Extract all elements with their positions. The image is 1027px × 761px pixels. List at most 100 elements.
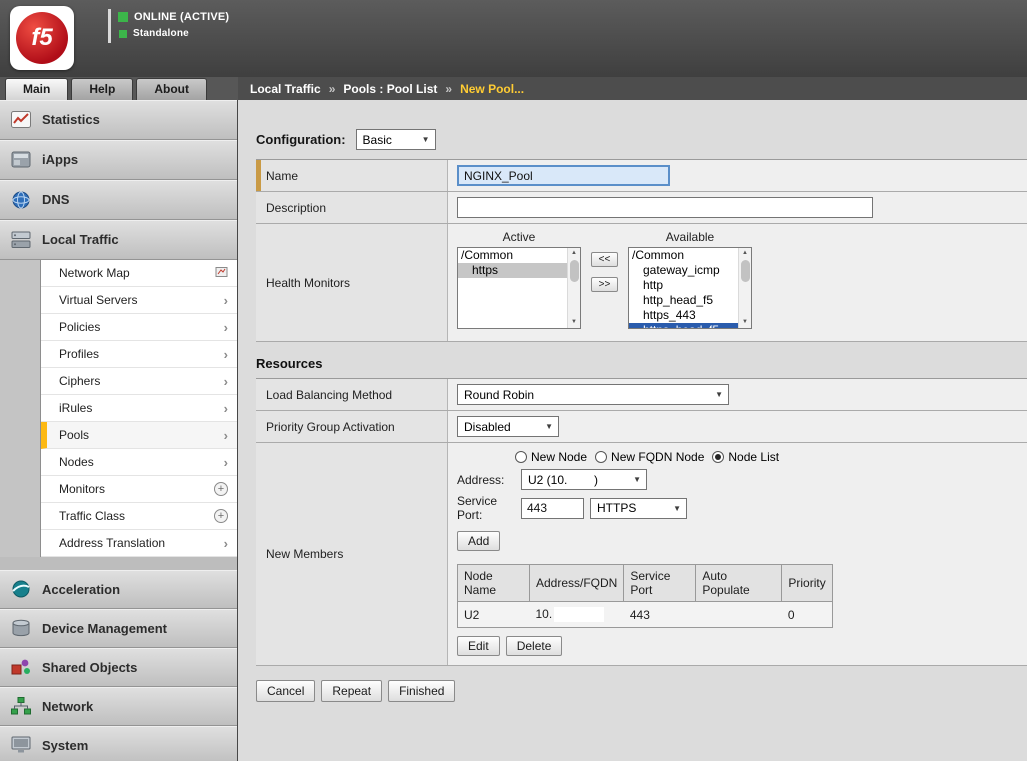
sidebar-item-monitors[interactable]: Monitors + [41, 476, 237, 503]
service-select[interactable]: HTTPS ▼ [590, 498, 687, 519]
submenu-item-label: Traffic Class [59, 509, 214, 523]
priority-group-select[interactable]: Disabled ▼ [457, 416, 559, 437]
radio-node-list[interactable]: Node List [712, 450, 779, 464]
delete-button[interactable]: Delete [506, 636, 563, 656]
breadcrumb-pool-list[interactable]: Pools : Pool List [343, 82, 437, 96]
description-value-cell [448, 192, 1027, 223]
sidebar-item-pools[interactable]: Pools › [41, 422, 237, 449]
sidebar-item-ciphers[interactable]: Ciphers › [41, 368, 237, 395]
scrollbar-thumb[interactable] [741, 260, 750, 282]
list-item-http[interactable]: http [629, 278, 738, 293]
list-item-http-head-f5[interactable]: http_head_f5 [629, 293, 738, 308]
sidebar-item-irules[interactable]: iRules › [41, 395, 237, 422]
form-action-buttons: Cancel Repeat Finished [256, 680, 1027, 702]
sidebar-spacer [0, 557, 237, 570]
status-line-standalone: Standalone [118, 25, 229, 42]
scrollbar[interactable]: ▲ ▼ [567, 248, 580, 328]
health-monitors-label: Health Monitors [266, 276, 350, 290]
scroll-up-icon[interactable]: ▲ [742, 249, 748, 258]
sidebar-item-label: Acceleration [42, 582, 120, 597]
body-row: Statistics iApps DNS Local Traffic [0, 100, 1027, 761]
f5-logo: f5 [10, 6, 74, 70]
address-select[interactable]: U2 (10. ) ▼ [521, 469, 647, 490]
sidebar-item-system[interactable]: System [0, 726, 237, 761]
configuration-select[interactable]: Basic ▼ [356, 129, 436, 150]
list-item-https[interactable]: https [458, 263, 567, 278]
list-group-label: /Common [458, 248, 567, 263]
submenu-item-label: iRules [59, 401, 224, 415]
configuration-row: Configuration: Basic ▼ [256, 129, 1027, 150]
list-group-label: /Common [629, 248, 738, 263]
plus-icon[interactable]: + [214, 482, 228, 496]
radio-new-node[interactable]: New Node [515, 450, 587, 464]
cancel-button[interactable]: Cancel [256, 680, 315, 702]
add-button[interactable]: Add [457, 531, 500, 551]
statistics-icon [9, 109, 33, 131]
sidebar-item-label: iApps [42, 152, 78, 167]
chevron-right-icon: › [224, 375, 228, 388]
service-port-input[interactable] [521, 498, 584, 519]
sidebar-item-statistics[interactable]: Statistics [0, 100, 237, 140]
submenu-item-label: Network Map [59, 266, 215, 280]
load-balancing-select[interactable]: Round Robin ▼ [457, 384, 729, 405]
new-members-label-cell: New Members [256, 443, 448, 665]
description-input[interactable] [457, 197, 873, 218]
sidebar-item-policies[interactable]: Policies › [41, 314, 237, 341]
member-type-radio-group: New Node New FQDN Node Node List [515, 450, 1018, 464]
sidebar-item-label: System [42, 738, 88, 753]
status-divider [108, 9, 111, 43]
priority-group-label: Priority Group Activation [266, 420, 395, 434]
col-header-priority: Priority [782, 565, 832, 602]
list-item-gateway-icmp[interactable]: gateway_icmp [629, 263, 738, 278]
scroll-down-icon[interactable]: ▼ [571, 318, 577, 327]
description-label: Description [266, 201, 326, 215]
sidebar-item-shared-objects[interactable]: Shared Objects [0, 648, 237, 687]
online-status-text: ONLINE (ACTIVE) [134, 11, 229, 23]
tab-main-label: Main [23, 82, 50, 96]
edit-button[interactable]: Edit [457, 636, 500, 656]
sidebar-item-network[interactable]: Network [0, 687, 237, 726]
main-content: Configuration: Basic ▼ Name [238, 100, 1027, 761]
active-monitors-listbox[interactable]: /Common https ▲ ▼ [457, 247, 581, 329]
sidebar-item-iapps[interactable]: iApps [0, 140, 237, 180]
sidebar-item-virtual-servers[interactable]: Virtual Servers › [41, 287, 237, 314]
load-balancing-value-cell: Round Robin ▼ [448, 379, 1027, 410]
breadcrumb: Local Traffic » Pools : Pool List » New … [238, 77, 1027, 100]
sidebar-item-profiles[interactable]: Profiles › [41, 341, 237, 368]
scroll-up-icon[interactable]: ▲ [571, 249, 577, 258]
col-header-node-name: Node Name [458, 565, 530, 602]
plus-icon[interactable]: + [214, 509, 228, 523]
sidebar-item-nodes[interactable]: Nodes › [41, 449, 237, 476]
priority-group-select-value: Disabled [464, 420, 511, 434]
tab-help[interactable]: Help [71, 78, 133, 100]
tab-main[interactable]: Main [5, 78, 68, 100]
sidebar-item-local-traffic[interactable]: Local Traffic [0, 220, 237, 260]
member-priority: 0 [782, 602, 832, 628]
sidebar-item-device-management[interactable]: Device Management [0, 609, 237, 648]
available-monitors-listbox[interactable]: /Common gateway_icmp http http_head_f5 h… [628, 247, 752, 329]
breadcrumb-local-traffic[interactable]: Local Traffic [250, 82, 321, 96]
list-item-https-head-f5[interactable]: https_head_f5 [629, 323, 738, 329]
dropdown-arrow-icon: ▼ [417, 135, 430, 144]
move-to-active-button[interactable]: << [591, 252, 618, 267]
scrollbar-thumb[interactable] [570, 260, 579, 282]
sidebar-item-network-map[interactable]: Network Map [41, 260, 237, 287]
repeat-button[interactable]: Repeat [321, 680, 382, 702]
sidebar-item-label: Statistics [42, 112, 100, 127]
sidebar-item-acceleration[interactable]: Acceleration [0, 570, 237, 609]
scrollbar[interactable]: ▲ ▼ [738, 248, 751, 328]
member-address-text: 10. [536, 607, 553, 621]
sidebar-item-address-translation[interactable]: Address Translation › [41, 530, 237, 557]
name-input[interactable] [457, 165, 670, 186]
radio-new-fqdn-node[interactable]: New FQDN Node [595, 450, 704, 464]
finished-button[interactable]: Finished [388, 680, 455, 702]
tab-about[interactable]: About [136, 78, 207, 100]
load-balancing-label-cell: Load Balancing Method [256, 379, 448, 410]
scroll-down-icon[interactable]: ▼ [742, 318, 748, 327]
radio-node-list-label: Node List [728, 450, 779, 464]
sidebar-item-traffic-class[interactable]: Traffic Class + [41, 503, 237, 530]
list-item-https-443[interactable]: https_443 [629, 308, 738, 323]
sidebar-item-dns[interactable]: DNS [0, 180, 237, 220]
member-row[interactable]: U2 10. 443 0 [458, 602, 833, 628]
move-to-available-button[interactable]: >> [591, 277, 618, 292]
